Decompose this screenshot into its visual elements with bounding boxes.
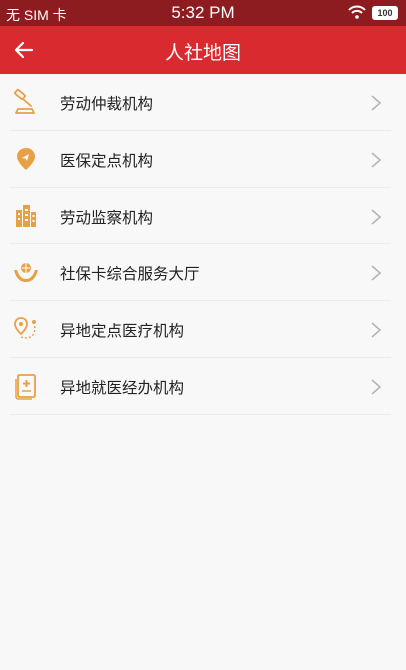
- list-item-label: 社保卡综合服务大厅: [60, 265, 200, 284]
- wifi-icon: [348, 5, 366, 19]
- status-time: 5:32 PM: [171, 3, 235, 22]
- chevron-right-icon: [371, 322, 382, 338]
- list-item-medical-insurance[interactable]: 医保定点机构: [0, 131, 406, 188]
- nav-bar: 人社地图: [0, 26, 406, 74]
- chevron-right-icon: [371, 379, 382, 395]
- building-icon: [16, 204, 36, 227]
- chevron-right-icon: [371, 265, 382, 281]
- route-pin-icon: [14, 317, 36, 339]
- medical-card-icon: [15, 374, 36, 400]
- back-button[interactable]: [10, 36, 38, 64]
- list-item-label: 异地就医经办机构: [60, 378, 185, 397]
- gavel-icon: [14, 88, 35, 114]
- list-item-remote-medical-agency[interactable]: 异地就医经办机构: [0, 358, 406, 415]
- location-pin-icon: [17, 147, 35, 170]
- list-item-social-security-hall[interactable]: 社保卡综合服务大厅: [0, 244, 406, 301]
- list-item-labor-inspection[interactable]: 劳动监察机构: [0, 188, 406, 245]
- list-item-label: 异地定点医疗机构: [60, 322, 185, 341]
- chevron-right-icon: [371, 95, 382, 111]
- list-item-label: 医保定点机构: [60, 151, 154, 170]
- list-item-remote-medical-institution[interactable]: 异地定点医疗机构: [0, 301, 406, 358]
- hands-globe-icon: [14, 263, 38, 283]
- list-item-labor-arbitration[interactable]: 劳动仲裁机构: [0, 74, 406, 131]
- chevron-right-icon: [371, 152, 382, 168]
- status-bar: 无 SIM 卡 5:32 PM 100: [0, 0, 406, 26]
- list-item-label: 劳动仲裁机构: [60, 95, 154, 113]
- battery-indicator: 100: [372, 6, 398, 20]
- institution-list: 劳动仲裁机构 医保定点机构 劳动监察机构 社保卡综合服务大厅 异地定点医疗机构 …: [0, 74, 406, 415]
- page-title: 人社地图: [164, 42, 241, 64]
- list-item-label: 劳动监察机构: [60, 208, 154, 227]
- chevron-right-icon: [371, 208, 382, 225]
